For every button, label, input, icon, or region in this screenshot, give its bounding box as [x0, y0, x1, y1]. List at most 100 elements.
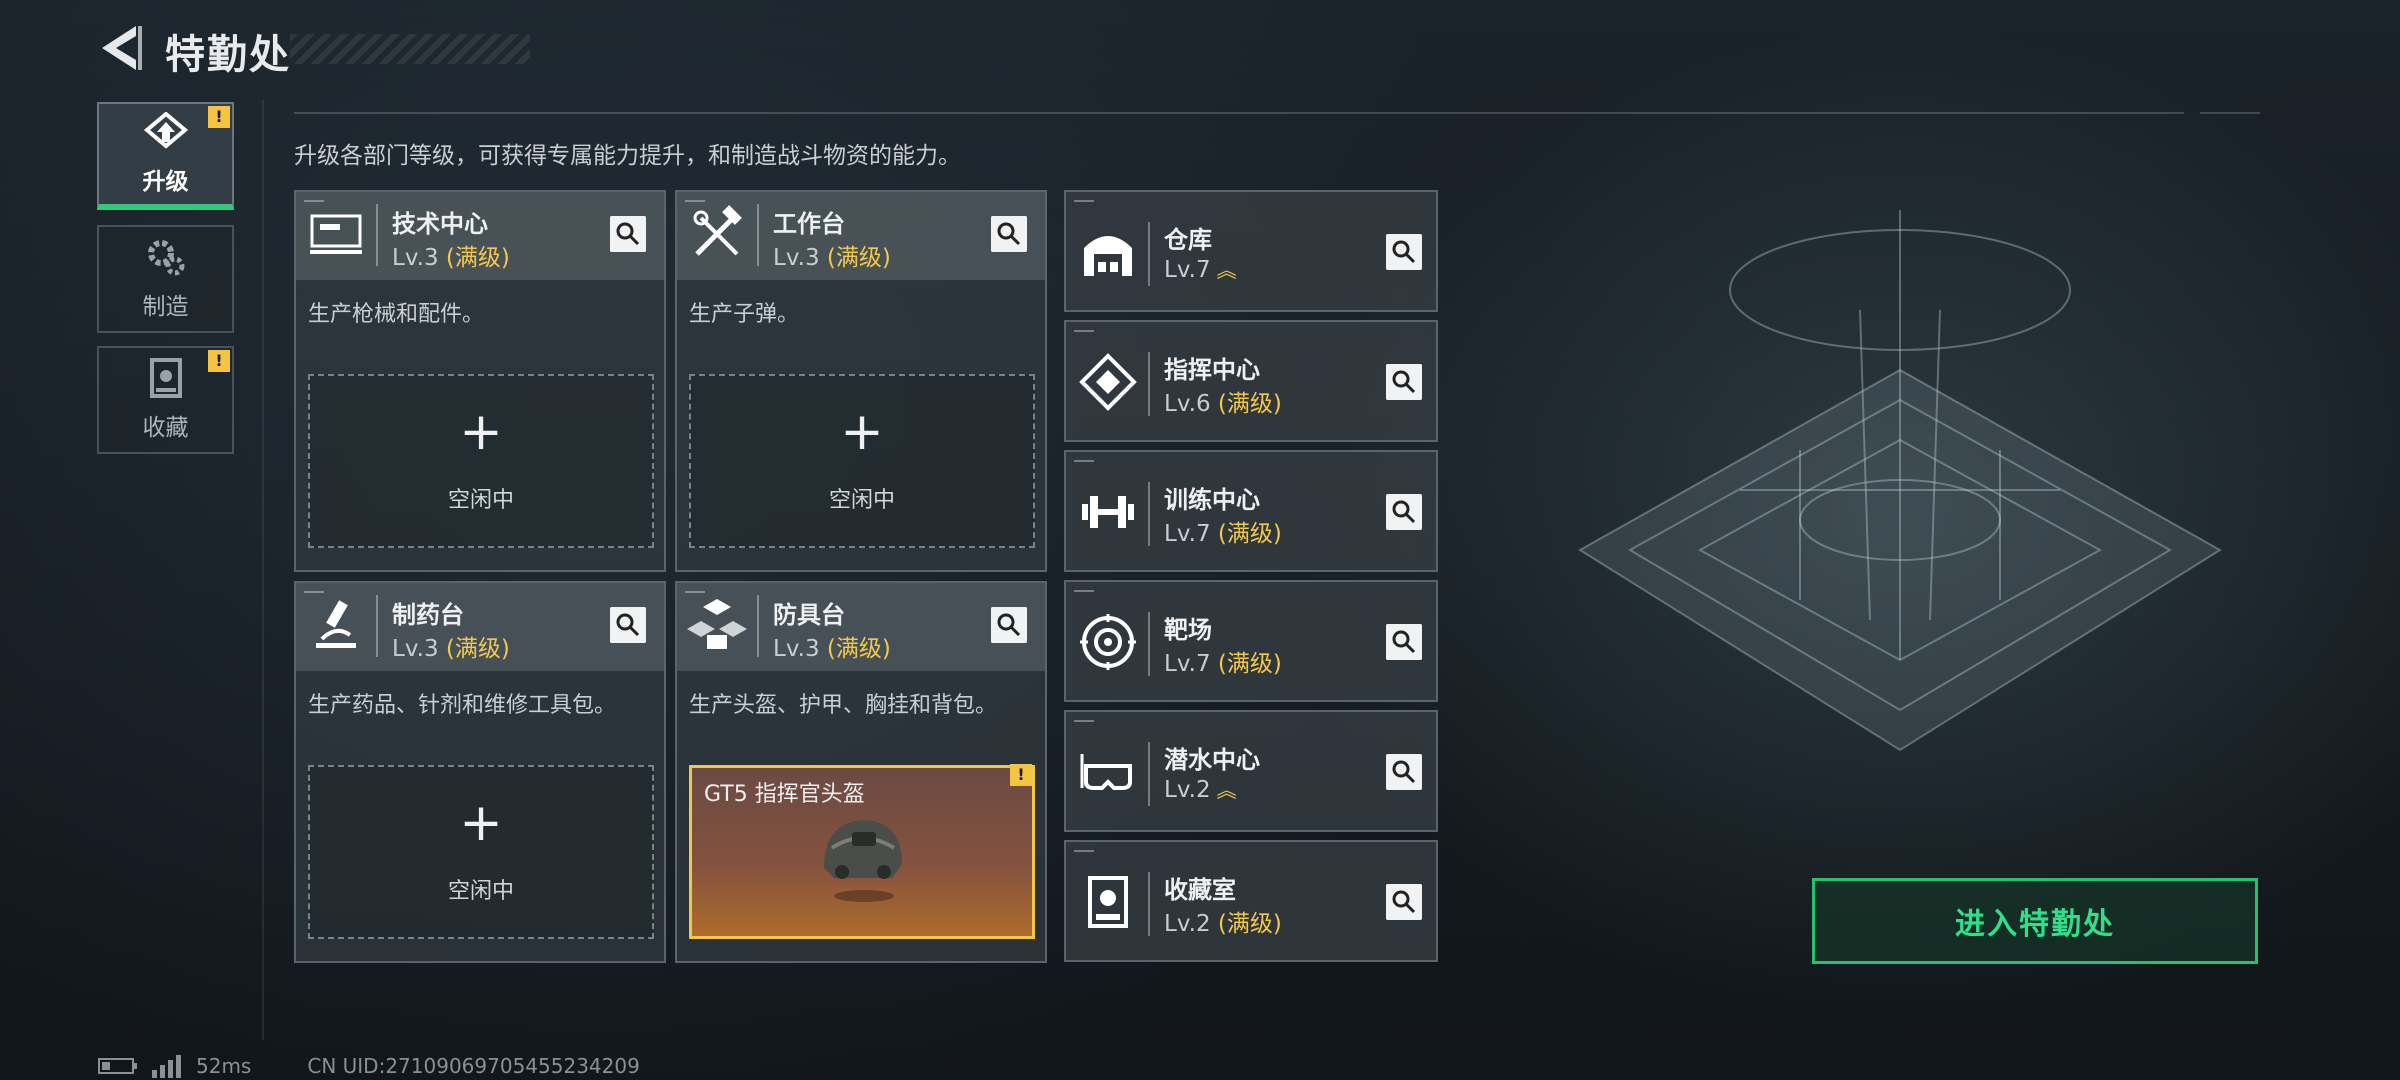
max-level-tag: (满级) [445, 636, 510, 662]
search-icon[interactable] [1386, 884, 1422, 920]
slot-status: 空闲中 [447, 879, 514, 904]
facility-name: 技术中心 [392, 210, 488, 238]
status-bar: 52ms CN UID:27109069705455234209 [98, 1054, 640, 1078]
max-level-tag: (满级) [1217, 911, 1282, 937]
upgrade-available-icon: ︽ [1216, 778, 1237, 802]
search-icon[interactable] [1386, 234, 1422, 270]
collection-icon [1088, 876, 1128, 928]
facility-name: 训练中心 [1164, 486, 1260, 514]
search-icon[interactable] [610, 607, 646, 643]
facility-name: 制药台 [392, 601, 464, 629]
search-icon[interactable] [991, 607, 1027, 643]
facility-level: Lv.3 (满级) [392, 245, 510, 271]
search-icon[interactable] [1386, 754, 1422, 790]
enter-special-ops-button[interactable]: 进入特勤处 [1812, 878, 2258, 964]
max-level-tag: (满级) [1217, 651, 1282, 677]
trophy-case-icon [149, 358, 182, 398]
max-level-tag: (满级) [826, 245, 891, 271]
battery-icon [98, 1058, 137, 1074]
add-icon: + [840, 402, 884, 462]
facility-level: Lv.7 (满级) [1164, 521, 1282, 547]
search-icon[interactable] [991, 216, 1027, 252]
facility-description: 生产子弹。 [689, 302, 800, 327]
search-icon[interactable] [1386, 364, 1422, 400]
facility-name: 潜水中心 [1164, 746, 1260, 774]
facility-card-collection-room: 收藏室 Lv.2 (满级) [1064, 840, 1438, 962]
tab-collection-label: 收藏 [142, 415, 189, 441]
base-wireframe-illustration [1578, 210, 2222, 752]
search-icon[interactable] [610, 216, 646, 252]
facility-card-pharmacy: 制药台 Lv.3 (满级) 生产药品、针剂和维修工具包。 + 空闲中 [294, 581, 666, 963]
target-icon [1080, 614, 1136, 670]
facility-description: 生产枪械和配件。 [308, 302, 485, 327]
facility-name: 防具台 [773, 601, 845, 629]
warehouse-icon [1084, 236, 1132, 276]
facility-name: 仓库 [1164, 226, 1212, 254]
facility-name: 指挥中心 [1164, 356, 1260, 384]
back-arrow-icon[interactable] [96, 22, 144, 74]
alert-badge: ! [1010, 764, 1032, 786]
idle-production-slot[interactable]: + 空闲中 [689, 374, 1035, 548]
add-icon: + [459, 793, 503, 853]
facility-level: Lv.7 (满级) [1164, 651, 1282, 677]
facility-level: Lv.3 (满级) [392, 636, 510, 662]
facility-card-tech-center: 技术中心 Lv.3 (满级) 生产枪械和配件。 + 空闲中 [294, 190, 666, 572]
slot-status: 空闲中 [447, 488, 514, 513]
idle-production-slot[interactable]: + 空闲中 [308, 374, 654, 548]
facility-level: Lv.3 (满级) [773, 245, 891, 271]
armor-icon [687, 599, 747, 649]
facility-card-training-center: 训练中心 Lv.7 (满级) [1064, 450, 1438, 572]
facility-level: Lv.2 ︽ [1164, 777, 1237, 803]
tab-upgrade[interactable]: 升级 ! [97, 102, 234, 210]
dumbbell-icon [1082, 496, 1134, 528]
max-level-tag: (满级) [826, 636, 891, 662]
upgrade-available-icon: ︽ [1216, 258, 1237, 282]
top-divider [2200, 112, 2260, 114]
facility-name: 靶场 [1164, 616, 1212, 644]
facility-card-armor-bench: 防具台 Lv.3 (满级) 生产头盔、护甲、胸挂和背包。 GT5 指挥官头盔 ! [675, 581, 1047, 963]
facility-card-shooting-range: 靶场 Lv.7 (满级) [1064, 580, 1438, 702]
ping-readout: 52ms [196, 1054, 252, 1078]
facility-level: Lv.7 ︽ [1164, 257, 1237, 283]
tab-craft-label: 制造 [142, 294, 189, 320]
top-divider [294, 112, 2184, 114]
page-description: 升级各部门等级，可获得专属能力提升，和制造战斗物资的能力。 [294, 143, 961, 169]
tab-collection[interactable]: 收藏 ! [97, 346, 234, 454]
facility-level: Lv.2 (满级) [1164, 911, 1282, 937]
upgrade-icon [143, 112, 188, 149]
search-icon[interactable] [1386, 494, 1422, 530]
alert-badge: ! [208, 106, 230, 128]
computer-icon [310, 214, 362, 254]
page-title: 特勤处 [165, 32, 291, 78]
alert-badge: ! [208, 350, 230, 372]
facility-level: Lv.6 (满级) [1164, 391, 1282, 417]
command-icon [1079, 353, 1137, 411]
gears-icon [147, 240, 184, 276]
idle-production-slot[interactable]: + 空闲中 [308, 765, 654, 939]
search-icon[interactable] [1386, 624, 1422, 660]
slot-status: 空闲中 [828, 488, 895, 513]
tab-craft[interactable]: 制造 [97, 225, 234, 333]
add-icon: + [459, 402, 503, 462]
facility-card-warehouse: 仓库 Lv.7 ︽ [1064, 190, 1438, 312]
facility-card-diving-center: 潜水中心 Lv.2 ︽ [1064, 710, 1438, 832]
facility-card-workbench: 工作台 Lv.3 (满级) 生产子弹。 + 空闲中 [675, 190, 1047, 572]
title-decoration [290, 34, 530, 64]
max-level-tag: (满级) [445, 245, 510, 271]
facility-name: 收藏室 [1164, 876, 1236, 904]
signal-icon [152, 1055, 181, 1078]
tab-upgrade-label: 升级 [142, 169, 189, 195]
tools-icon [693, 205, 742, 256]
max-level-tag: (满级) [1217, 521, 1282, 547]
nav-divider [262, 100, 264, 1040]
helmet-icon [824, 820, 902, 902]
max-level-tag: (满级) [1217, 391, 1282, 417]
production-item-slot[interactable]: GT5 指挥官头盔 ! [689, 764, 1035, 939]
facility-card-command-center: 指挥中心 Lv.6 (满级) [1064, 320, 1438, 442]
item-name: GT5 指挥官头盔 [704, 782, 865, 807]
microscope-icon [316, 600, 356, 648]
uid-readout: CN UID:27109069705455234209 [307, 1054, 640, 1078]
facility-description: 生产头盔、护甲、胸挂和背包。 [689, 693, 998, 718]
diving-mask-icon [1080, 754, 1132, 790]
facility-name: 工作台 [773, 210, 845, 238]
